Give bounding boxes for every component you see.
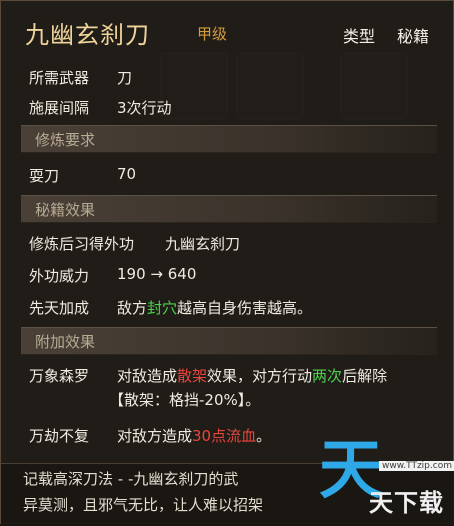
learn-label: 修炼后习得外功 — [29, 235, 135, 253]
requirement-label: 耍刀 — [29, 167, 60, 185]
effect-text: 对敌造成 — [117, 367, 178, 385]
extra-effect-text: 对敌方造成30点流血。 — [117, 425, 271, 446]
effect-text: 效果，对方行动 — [207, 367, 313, 385]
extra-effect-label: 万劫不复 — [29, 427, 90, 445]
watermark-logo: 天 www.TTzip.com 天下载 — [313, 439, 454, 525]
extra-effect-text: 对敌造成散架效果，对方行动两次后解除 — [117, 365, 387, 386]
effect-highlight: 30点流血 — [192, 427, 257, 445]
power-value: 190 → 640 — [117, 265, 197, 283]
effect-text: 对敌方造成 — [117, 427, 193, 445]
extra-effect-note: 【散架：格挡-20%】。 — [109, 391, 261, 409]
section-title: 修炼要求 — [35, 131, 96, 149]
effect-highlight: 两次 — [312, 367, 343, 385]
effect-text: 。 — [256, 427, 272, 445]
watermark-url: www.TTzip.com — [379, 461, 454, 471]
innate-value: 敌方封穴越高自身伤害越高。 — [117, 297, 312, 318]
extra-effect-label: 万象森罗 — [29, 367, 90, 385]
innate-text: 敌方 — [117, 299, 148, 317]
skill-title: 九幽玄刹刀 — [25, 21, 150, 49]
skill-tooltip-panel: 九幽玄刹刀 甲级 类型 秘籍 所需武器 刀 施展间隔 3次行动 修炼要求 耍刀 … — [0, 0, 454, 526]
section-title: 秘籍效果 — [35, 201, 96, 219]
innate-text: 越高自身伤害越高。 — [177, 299, 313, 317]
watermark-text: 天下载 — [369, 489, 444, 517]
description-line: 异莫测，且邪气无比，让人难以招架 — [23, 496, 264, 514]
weapon-label: 所需武器 — [29, 69, 90, 87]
interval-value: 3次行动 — [117, 99, 172, 117]
interval-label: 施展间隔 — [29, 99, 90, 117]
weapon-value: 刀 — [117, 69, 133, 87]
section-title: 附加效果 — [35, 333, 96, 351]
innate-highlight: 封穴 — [147, 299, 178, 317]
effect-text: 后解除 — [342, 367, 388, 385]
innate-label: 先天加成 — [29, 299, 90, 317]
requirement-value: 70 — [117, 165, 137, 183]
type-value: 秘籍 — [397, 27, 430, 46]
type-label: 类型 — [343, 27, 376, 46]
learn-value: 九幽玄刹刀 — [165, 235, 241, 253]
tooltip-header: 九幽玄刹刀 甲级 类型 秘籍 — [19, 13, 439, 49]
skill-grade: 甲级 — [197, 25, 228, 43]
practice-section-header: 修炼要求 — [21, 125, 437, 153]
effect-section-header: 秘籍效果 — [21, 195, 437, 223]
description-line: 记载高深刀法 - -九幽玄刹刀的武 — [23, 470, 239, 488]
effect-highlight: 散架 — [177, 367, 208, 385]
extra-section-header: 附加效果 — [21, 327, 437, 355]
power-label: 外功威力 — [29, 267, 90, 285]
